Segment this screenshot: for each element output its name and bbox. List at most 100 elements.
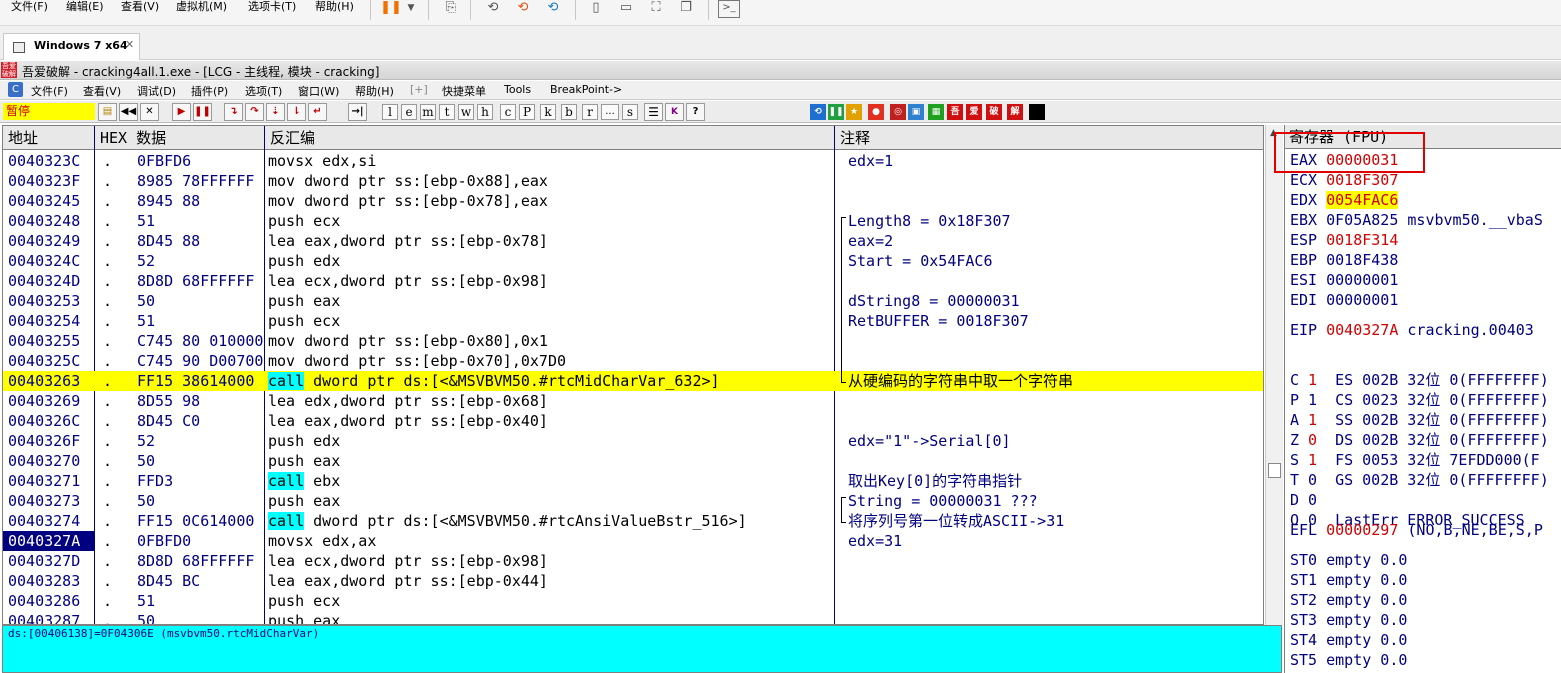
- table-row[interactable]: 00403245. 8945 88 mov dword ptr ss:[ebp-0x…: [3, 191, 1263, 211]
- plugin-dialog-icon[interactable]: ▣: [908, 104, 924, 120]
- plugin-black-icon[interactable]: [1029, 104, 1045, 120]
- fpu-register[interactable]: ST4 empty 0.0: [1290, 630, 1407, 650]
- table-row[interactable]: 00403286. 51 push ecx: [3, 591, 1263, 611]
- table-row[interactable]: 00403283. 8D45 BC lea eax,dword ptr ss:[eb…: [3, 571, 1263, 591]
- help-icon[interactable]: ?: [686, 103, 705, 121]
- vm-menu-edit[interactable]: 编辑(E): [66, 0, 104, 16]
- od-menu-expand[interactable]: [+]: [410, 83, 428, 96]
- disassembly-pane[interactable]: 地址 HEX 数据 反汇编 注释 0040323C. 0FBFD6 movsx ed…: [2, 125, 1264, 625]
- od-menu-options[interactable]: 选项(T): [245, 83, 282, 99]
- flag-row[interactable]: S 1 FS 0053 32位 7EFDD000(F: [1290, 450, 1540, 470]
- goto-icon[interactable]: →|: [348, 103, 367, 121]
- table-row[interactable]: 00403248. 51 push ecx Length8 = 0x18F307: [3, 211, 1263, 231]
- trace-over-icon[interactable]: ⇂: [287, 103, 306, 121]
- table-row[interactable]: 00403271. FFD3 call ebx 取出Key[0]的字符串指针: [3, 471, 1263, 491]
- run-icon[interactable]: ▶: [172, 103, 191, 121]
- table-row[interactable]: 0040327D. 8D8D 68FFFFFF lea ecx,dword ptr …: [3, 551, 1263, 571]
- toolbar-source-button[interactable]: s: [622, 104, 638, 120]
- od-menu-view[interactable]: 查看(V): [83, 83, 121, 99]
- vm-tab-windows7[interactable]: Windows 7 x64 ✕: [3, 33, 140, 60]
- od-menu-plugins[interactable]: 插件(P): [191, 83, 228, 99]
- toolbar-modules-button[interactable]: e: [401, 104, 417, 120]
- plugin-wu-icon[interactable]: 吾: [947, 104, 963, 120]
- plugin-star-icon[interactable]: ★: [846, 104, 862, 120]
- vm-menu-vm[interactable]: 虚拟机(M): [176, 0, 227, 16]
- table-row[interactable]: 0040326F. 52 push edx edx="1"->Serial[0]: [3, 431, 1263, 451]
- close-icon[interactable]: ✕: [125, 38, 134, 51]
- table-row[interactable]: 0040327A. 0FBFD0 movsx edx,ax edx=31: [3, 531, 1263, 551]
- table-row[interactable]: 00403269. 8D55 98 lea edx,dword ptr ss:[eb…: [3, 391, 1263, 411]
- step-over-icon[interactable]: ↷: [245, 103, 264, 121]
- options-icon[interactable]: ☰: [644, 103, 663, 121]
- flag-row[interactable]: T 0 GS 002B 32位 0(FFFFFFFF): [1290, 470, 1549, 490]
- pause-icon[interactable]: ❚❚: [380, 0, 402, 16]
- table-row[interactable]: 00403287. 50 push eax: [3, 611, 1263, 624]
- od-menu-file[interactable]: 文件(F): [31, 83, 68, 99]
- plugin-target-icon[interactable]: ◎: [890, 104, 906, 120]
- console-icon[interactable]: >_: [718, 0, 740, 18]
- table-row[interactable]: 00403263. FF15 38614000 call dword ptr ds:…: [3, 371, 1263, 391]
- toolbar-references-button[interactable]: r: [582, 104, 598, 120]
- flag-row[interactable]: C 1 ES 002B 32位 0(FFFFFFFF): [1290, 370, 1549, 390]
- snapshot-manager-icon[interactable]: ⟲: [542, 0, 564, 16]
- step-into-icon[interactable]: ↴: [224, 103, 243, 121]
- register-ebx[interactable]: EBX 0F05A825 msvbvm50.__vbaS: [1290, 210, 1543, 230]
- table-row[interactable]: 00403270. 50 push eax: [3, 451, 1263, 471]
- snapshot-icon[interactable]: ⟲: [482, 0, 504, 16]
- table-row[interactable]: 00403273. 50 push eax String = 00000031 ???: [3, 491, 1263, 511]
- toolbar-log-button[interactable]: l: [382, 104, 398, 120]
- toolbar-memory-button[interactable]: m: [420, 104, 436, 120]
- revert-snapshot-icon[interactable]: ⟲: [512, 0, 534, 16]
- od-menu-breakpoint[interactable]: BreakPoint->: [550, 83, 622, 96]
- toolbar-breakpoints-button[interactable]: b: [561, 104, 577, 120]
- plugin-po-icon[interactable]: 破: [986, 104, 1002, 120]
- vm-menu-help[interactable]: 帮助(H): [315, 0, 354, 16]
- fpu-register[interactable]: ST0 empty 0.0: [1290, 550, 1407, 570]
- sidebar-toggle-icon[interactable]: ▯: [585, 0, 607, 16]
- od-menu-tools[interactable]: Tools: [504, 83, 531, 96]
- trace-into-icon[interactable]: ⇣: [266, 103, 285, 121]
- table-row[interactable]: 0040325C. C745 90 D0070000 mov dword ptr s…: [3, 351, 1263, 371]
- od-menu-help[interactable]: 帮助(H): [355, 83, 394, 99]
- unity-icon[interactable]: ❐: [675, 0, 697, 16]
- toolbar-cpu-button[interactable]: c: [500, 104, 516, 120]
- table-row[interactable]: 0040323F. 8985 78FFFFFF mov dword ptr ss:[…: [3, 171, 1263, 191]
- plugin-record-icon[interactable]: ●: [868, 104, 884, 120]
- toolbar-threads-button[interactable]: t: [439, 104, 455, 120]
- vm-menu-file[interactable]: 文件(F): [11, 0, 48, 16]
- send-keys-icon[interactable]: ⎘: [440, 0, 462, 16]
- table-row[interactable]: 00403274. FF15 0C614000 call dword ptr ds:…: [3, 511, 1263, 531]
- fullscreen-icon[interactable]: ⛶: [645, 0, 667, 16]
- register-edi[interactable]: EDI 00000001: [1290, 290, 1398, 310]
- toolbar-runtrace-button[interactable]: ...: [601, 104, 619, 120]
- chevron-down-icon[interactable]: ▼: [400, 0, 422, 16]
- od-menu-shortcut[interactable]: 快捷菜单: [442, 83, 486, 99]
- toolbar-callstack-button[interactable]: k: [540, 104, 556, 120]
- plugin-refresh-icon[interactable]: ⟲: [810, 104, 826, 120]
- open-icon[interactable]: ▤: [98, 103, 117, 121]
- pause-icon[interactable]: ❚❚: [193, 103, 212, 121]
- table-row[interactable]: 00403249. 8D45 88 lea eax,dword ptr ss:[eb…: [3, 231, 1263, 251]
- toolbar-handles-button[interactable]: h: [477, 104, 493, 120]
- table-row[interactable]: 00403254. 51 push ecx RetBUFFER = 0018F307: [3, 311, 1263, 331]
- table-row[interactable]: 0040324D. 8D8D 68FFFFFF lea ecx,dword ptr …: [3, 271, 1263, 291]
- toolbar-windows-button[interactable]: w: [458, 104, 474, 120]
- register-esp[interactable]: ESP 0018F314: [1290, 230, 1398, 250]
- registers-pane[interactable]: 寄存器 (FPU) EAX 00000031 ECX 0018F307 EDX …: [1284, 125, 1561, 673]
- thumbnail-icon[interactable]: ▭: [615, 0, 637, 16]
- fpu-register[interactable]: ST3 empty 0.0: [1290, 610, 1407, 630]
- plugin-jie-icon[interactable]: 解: [1007, 104, 1023, 120]
- column-header-address[interactable]: 地址: [3, 126, 95, 150]
- plugin-ai-icon[interactable]: 爱: [966, 104, 982, 120]
- register-ecx[interactable]: ECX 0018F307: [1290, 170, 1398, 190]
- flag-row[interactable]: Z 0 DS 002B 32位 0(FFFFFFFF): [1290, 430, 1549, 450]
- fpu-register[interactable]: ST5 empty 0.0: [1290, 650, 1407, 670]
- scroll-thumb[interactable]: [1268, 463, 1281, 478]
- register-edx[interactable]: EDX 0054FAC6: [1290, 190, 1399, 210]
- execute-till-return-icon[interactable]: ↵: [308, 103, 327, 121]
- plugin-pause-icon[interactable]: ❚❚: [828, 104, 844, 120]
- register-ebp[interactable]: EBP 0018F438: [1290, 250, 1398, 270]
- column-header-hex[interactable]: HEX 数据: [95, 126, 265, 150]
- appearance-icon[interactable]: K: [665, 103, 684, 121]
- table-row[interactable]: 0040324C. 52 push edx Start = 0x54FAC6: [3, 251, 1263, 271]
